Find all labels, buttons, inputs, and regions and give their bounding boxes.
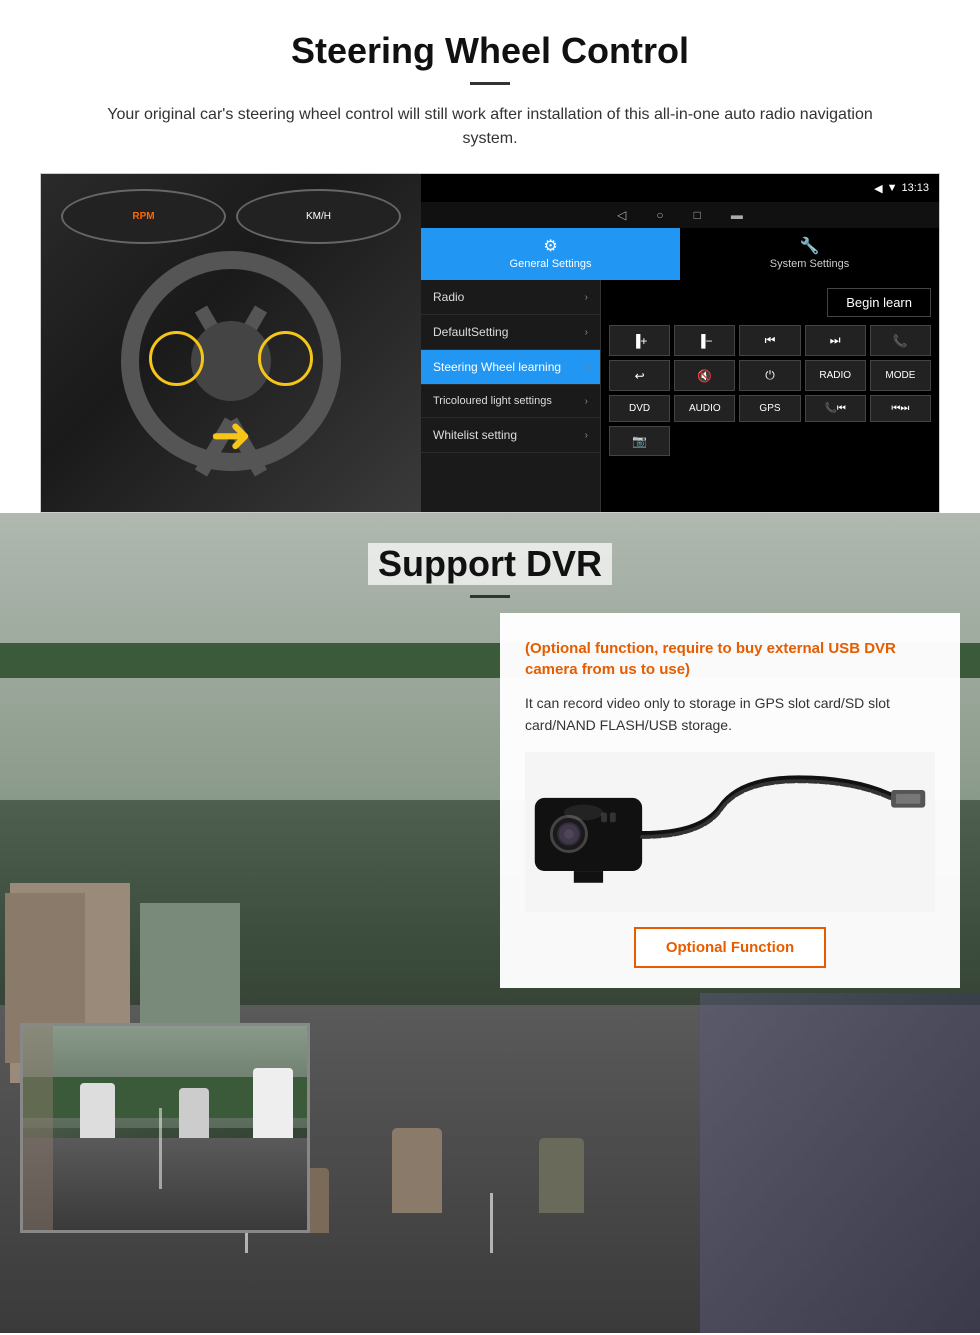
location-icon: ◀ — [874, 182, 882, 195]
android-ui-panel: ◀ ▼ 13:13 ◁ ○ □ ▬ ⚙ General Settings � — [421, 174, 939, 512]
arrow-icon: ➜ — [141, 406, 321, 464]
arrow-icon: › — [585, 292, 588, 303]
system-icon: 🔧 — [690, 236, 929, 256]
optional-function-button[interactable]: Optional Function — [634, 927, 826, 968]
home-nav-btn[interactable]: ○ — [656, 208, 663, 222]
dvd-button[interactable]: DVD — [609, 395, 670, 422]
back-button[interactable]: ↩ — [609, 360, 670, 391]
dvr-card-body: It can record video only to storage in G… — [525, 692, 935, 737]
tab-general-settings[interactable]: ⚙ General Settings — [421, 228, 680, 280]
begin-learn-row: Begin learn — [609, 288, 931, 317]
default-label: DefaultSetting — [433, 325, 508, 339]
tricolour-label: Tricoloured light settings — [433, 395, 552, 407]
camera-button[interactable]: 📷 — [609, 426, 670, 456]
menu-item-tricolour[interactable]: Tricoloured light settings › — [421, 385, 600, 418]
general-settings-label: General Settings — [510, 258, 592, 270]
menu-item-radio[interactable]: Radio › — [421, 280, 600, 315]
menu-item-default[interactable]: DefaultSetting › — [421, 315, 600, 350]
gps-button[interactable]: GPS — [739, 395, 800, 422]
back-nav-btn[interactable]: ◁ — [617, 208, 626, 222]
page-title: Steering Wheel Control — [40, 30, 940, 72]
dvr-title: Support DVR — [368, 543, 612, 585]
section-subtitle: Your original car's steering wheel contr… — [80, 103, 900, 151]
audio-button[interactable]: AUDIO — [674, 395, 735, 422]
steering-label: Steering Wheel learning — [433, 360, 561, 374]
vol-up-button[interactable]: ▐+ — [609, 325, 670, 356]
optional-function-row: Optional Function — [525, 927, 935, 968]
arrow-icon: › — [585, 430, 588, 441]
highlight-circle-left — [149, 331, 204, 386]
dvr-header: Support DVR — [0, 513, 980, 613]
steering-section: Steering Wheel Control Your original car… — [0, 0, 980, 513]
steering-photo: RPM KM/H ➜ — [41, 174, 421, 513]
settings-tabs: ⚙ General Settings 🔧 System Settings — [421, 228, 939, 280]
title-divider — [470, 82, 510, 85]
statusbar-icons: ◀ ▼ 13:13 — [874, 182, 929, 195]
dvr-card-title: (Optional function, require to buy exter… — [525, 638, 935, 680]
vol-down-button[interactable]: ▐− — [674, 325, 735, 356]
time-display: 13:13 — [901, 182, 929, 194]
dvr-divider — [470, 595, 510, 598]
dvr-section: Support DVR (Optional function, require … — [0, 513, 980, 1333]
highlight-circle-right — [258, 331, 313, 386]
settings-right-panel: Begin learn ▐+ ▐− ⏮ ⏭ 📞 ↩ 🔇 ⏻ RADIO MODE — [601, 280, 939, 512]
arrow-icon: › — [585, 396, 588, 407]
recents-nav-btn[interactable]: □ — [694, 208, 701, 222]
phone-prev-button[interactable]: 📞⏮ — [805, 395, 866, 422]
steering-demo-area: RPM KM/H ➜ — [40, 173, 940, 513]
menu-item-steering[interactable]: Steering Wheel learning › — [421, 350, 600, 385]
begin-learn-button[interactable]: Begin learn — [827, 288, 931, 317]
system-settings-label: System Settings — [770, 258, 849, 270]
dvr-screenshot-preview — [20, 1023, 310, 1233]
next-track-button[interactable]: ⏭ — [805, 325, 866, 356]
power-button[interactable]: ⏻ — [739, 360, 800, 391]
menu-nav-btn[interactable]: ▬ — [731, 208, 743, 222]
radio-button[interactable]: RADIO — [805, 360, 866, 391]
dvr-camera-illustration — [525, 752, 935, 912]
arrow-icon: › — [585, 327, 588, 338]
control-buttons-grid: ▐+ ▐− ⏮ ⏭ 📞 ↩ 🔇 ⏻ RADIO MODE DVD AUDIO G… — [609, 325, 931, 456]
dvr-camera-svg — [525, 757, 935, 907]
wifi-icon: ▼ — [887, 182, 898, 194]
settings-menu: Radio › DefaultSetting › Steering Wheel … — [421, 280, 601, 512]
whitelist-label: Whitelist setting — [433, 428, 517, 442]
radio-label: Radio — [433, 290, 464, 304]
prev-track-button[interactable]: ⏮ — [739, 325, 800, 356]
mode-button[interactable]: MODE — [870, 360, 931, 391]
skip-button[interactable]: ⏮⏭ — [870, 395, 931, 422]
mute-button[interactable]: 🔇 — [674, 360, 735, 391]
tab-system-settings[interactable]: 🔧 System Settings — [680, 228, 939, 280]
menu-item-whitelist[interactable]: Whitelist setting › — [421, 418, 600, 453]
arrow-icon: › — [585, 362, 588, 373]
android-nav-bar: ◁ ○ □ ▬ — [421, 202, 939, 228]
android-statusbar: ◀ ▼ 13:13 — [421, 174, 939, 202]
gear-icon: ⚙ — [431, 236, 670, 256]
dvr-info-card: (Optional function, require to buy exter… — [500, 613, 960, 988]
phone-button[interactable]: 📞 — [870, 325, 931, 356]
settings-content: Radio › DefaultSetting › Steering Wheel … — [421, 280, 939, 512]
